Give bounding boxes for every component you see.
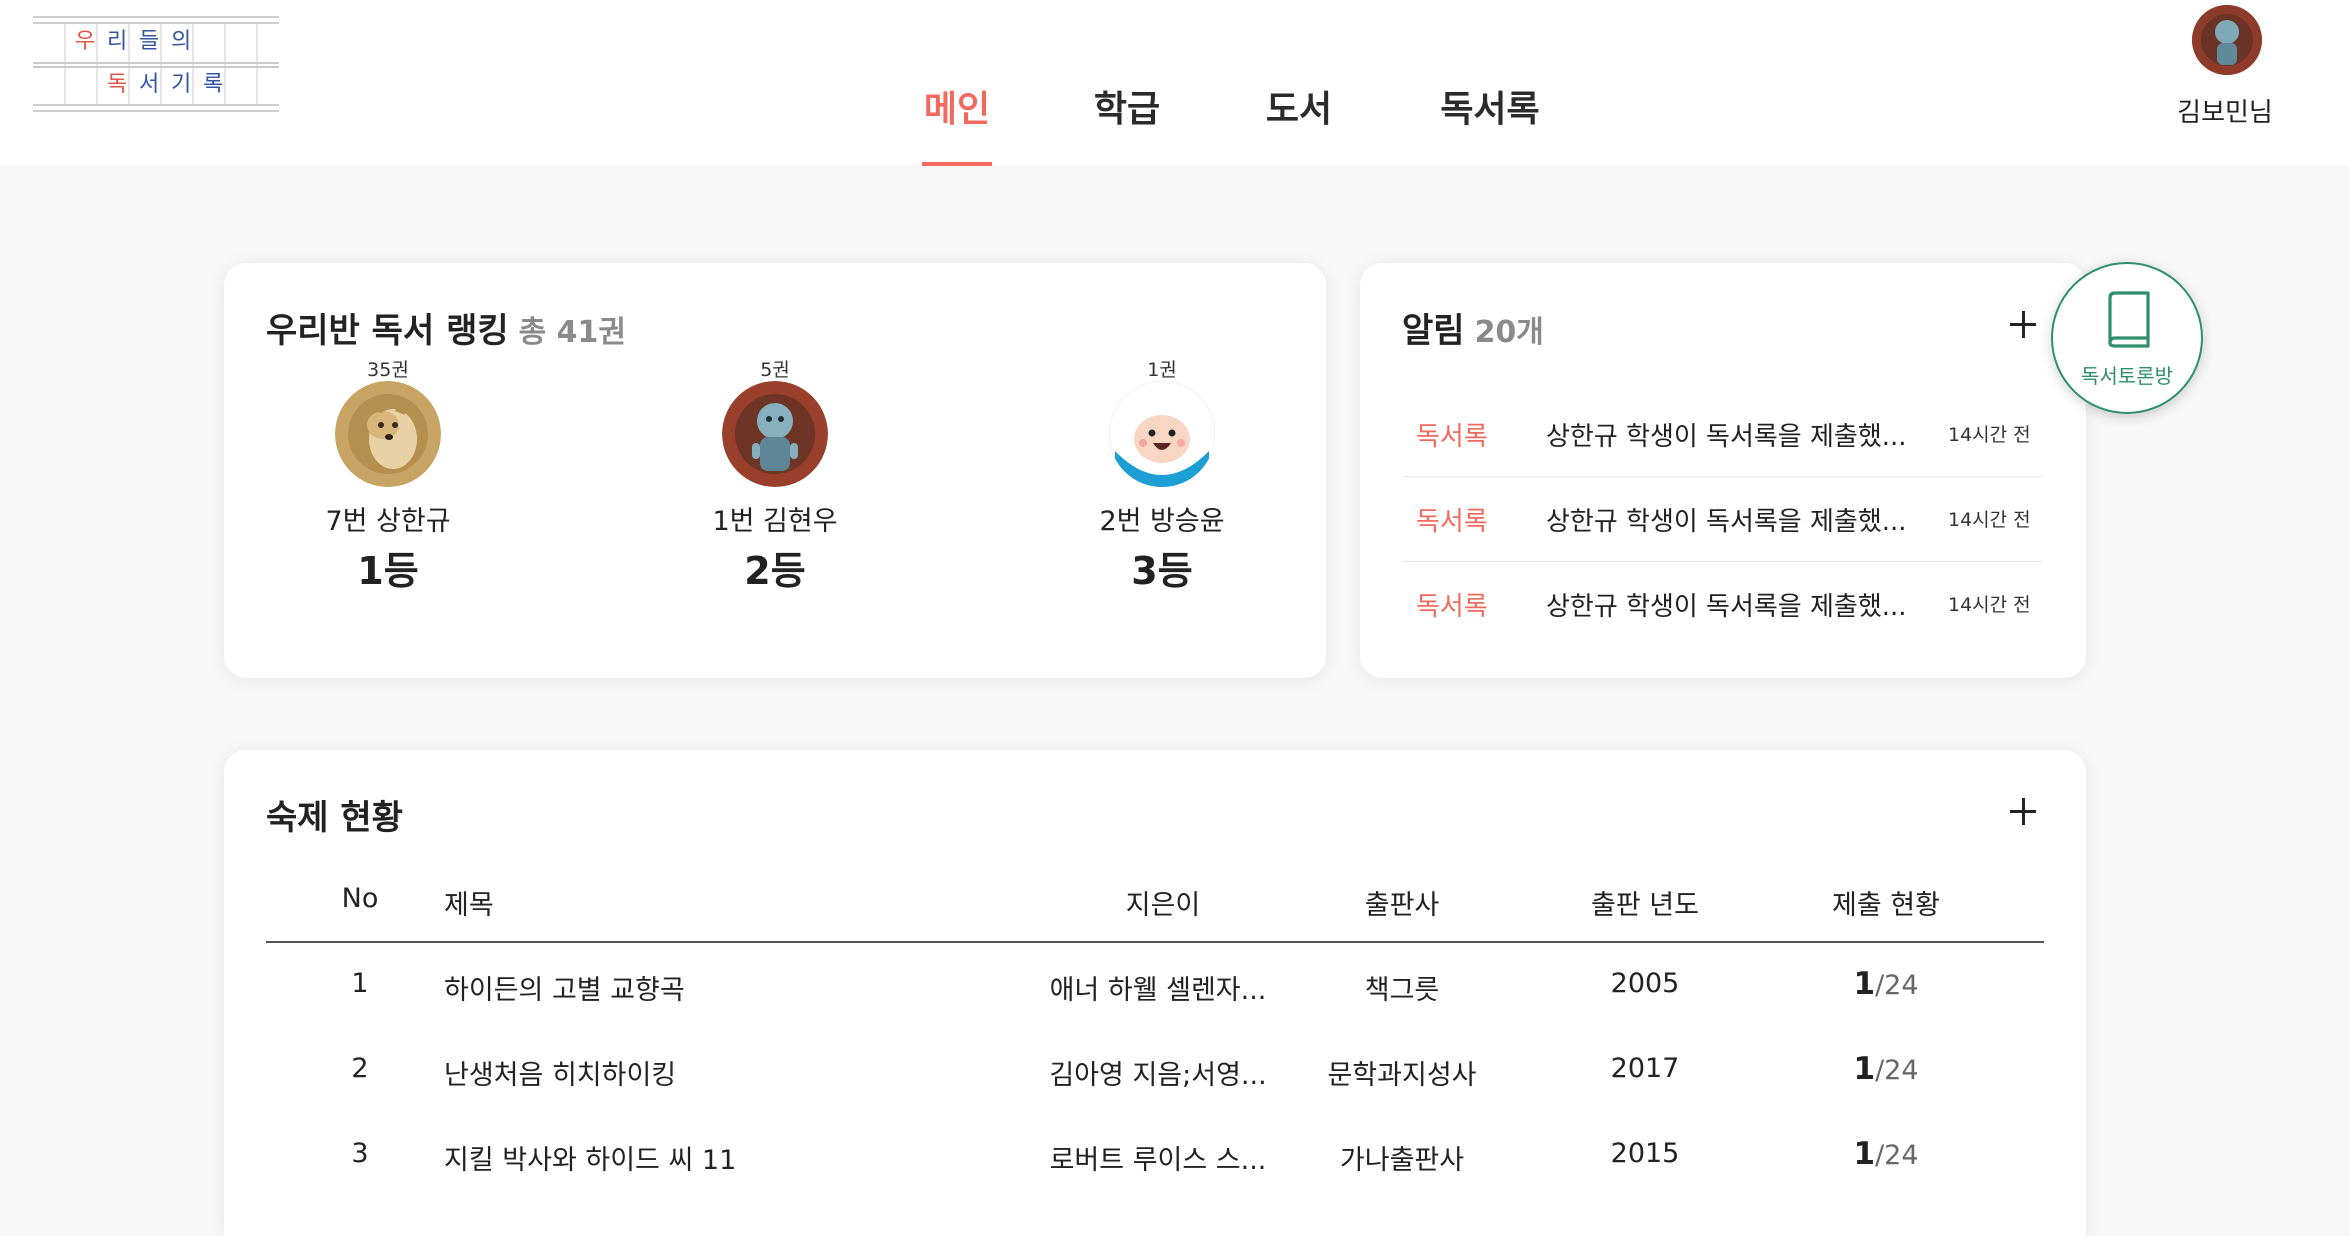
column-header-no: No [341, 883, 379, 914]
finn-avatar [1109, 381, 1215, 487]
tab-label: 독서록 [1440, 89, 1540, 130]
notifications-count: 20개 [1474, 315, 1544, 350]
character-avatar [722, 381, 828, 487]
tab-reading-logs[interactable]: 독서록 [1434, 80, 1546, 166]
notification-time: 14시간 전 [1948, 594, 2031, 616]
rank-name: 7번 상한규 [325, 506, 451, 537]
dog-avatar [335, 381, 441, 487]
column-header-publisher: 출판사 [1364, 890, 1440, 921]
homework-title: 숙제 현황 [266, 798, 403, 838]
notifications-title-text: 알림 [1402, 311, 1465, 351]
tab-books[interactable]: 도서 [1262, 80, 1336, 166]
active-tab-indicator [922, 162, 992, 166]
cell-submission: 1/24 [1786, 1136, 1986, 1172]
add-notification-button[interactable] [2002, 305, 2042, 345]
column-header-title: 제목 [444, 890, 494, 921]
cell-year: 2017 [1610, 1053, 1680, 1084]
rank-entry-3[interactable]: 1권 2번 방승윤 3등 [1072, 355, 1252, 595]
column-header-submission: 제출 현황 [1832, 890, 1940, 921]
cell-submission: 1/24 [1786, 1051, 1986, 1087]
notification-category: 독서록 [1416, 422, 1488, 452]
tab-class[interactable]: 학급 [1090, 80, 1164, 166]
logo[interactable]: 우 리 들 의 독 서 기 록 [33, 15, 279, 113]
logo-char: 기 [171, 72, 192, 97]
notification-message: 상한규 학생이 독서록을 제출했... [1546, 422, 1907, 452]
notification-item[interactable]: 독서록 상한규 학생이 독서록을 제출했... 14시간 전 [1402, 477, 2042, 562]
logo-char: 들 [139, 29, 160, 54]
tab-label: 도서 [1265, 89, 1333, 130]
notification-time: 14시간 전 [1948, 509, 2031, 531]
rank-name: 1번 김현우 [712, 506, 838, 537]
book-icon [2108, 291, 2150, 348]
dog-avatar-icon [335, 381, 441, 487]
column-header-year: 출판 년도 [1591, 890, 1699, 921]
tab-main[interactable]: 메인 [922, 80, 992, 166]
cell-author: 로버트 루이스 스... [1049, 1145, 1267, 1176]
cell-title: 지킬 박사와 하이드 씨 11 [444, 1145, 737, 1176]
discussion-room-button[interactable]: 독서토론방 [2051, 262, 2203, 414]
notification-time: 14시간 전 [1948, 424, 2031, 446]
add-homework-button[interactable] [2002, 792, 2042, 832]
cell-publisher: 가나출판사 [1339, 1145, 1465, 1176]
cell-year: 2005 [1610, 968, 1680, 999]
ranking-card: 우리반 독서 랭킹 총 41권 35권 7번 상한규 1등 5권 1번 김현우 … [224, 263, 1326, 678]
rank-place: 1등 [357, 549, 419, 593]
user-menu[interactable]: 김보민님 [2160, 0, 2290, 140]
user-name: 김보민님 [2177, 98, 2273, 128]
cell-no: 1 [351, 968, 369, 999]
discussion-room-label: 독서토론방 [2081, 364, 2173, 388]
rank-count: 1권 [1147, 359, 1177, 381]
notification-message: 상한규 학생이 독서록을 제출했... [1546, 592, 1907, 622]
finn-avatar-icon [1109, 381, 1215, 487]
tab-label: 메인 [923, 89, 991, 130]
total-count: /24 [1875, 1055, 1919, 1086]
logo-char: 독 [107, 72, 128, 97]
logo-char: 서 [139, 72, 160, 97]
cell-year: 2015 [1610, 1138, 1680, 1169]
submitted-count: 1 [1853, 1136, 1876, 1172]
notifications-title: 알림 20개 [1402, 303, 1544, 352]
avatar [2192, 5, 2262, 75]
rank-count: 5권 [760, 359, 790, 381]
cell-submission: 1/24 [1786, 966, 1986, 1002]
total-count: /24 [1875, 1140, 1919, 1171]
rank-place: 3등 [1131, 549, 1193, 593]
column-header-author: 지은이 [1125, 890, 1201, 921]
submitted-count: 1 [1853, 966, 1876, 1002]
cell-publisher: 책그릇 [1364, 975, 1440, 1006]
rank-entry-1[interactable]: 35권 7번 상한규 1등 [298, 355, 478, 595]
header: 우 리 들 의 독 서 기 록 메인 학급 도서 독서록 김보민님 [0, 0, 2350, 166]
total-count: /24 [1875, 970, 1919, 1001]
cell-title: 난생처음 히치하이킹 [444, 1060, 677, 1091]
cell-author: 김아영 지음;서영... [1049, 1060, 1267, 1091]
notification-message: 상한규 학생이 독서록을 제출했... [1546, 507, 1907, 537]
ranking-title-text: 우리반 독서 랭킹 [266, 311, 509, 351]
cell-no: 3 [351, 1138, 369, 1169]
rank-entry-2[interactable]: 5권 1번 김현우 2등 [685, 355, 865, 595]
cell-title: 하이든의 고별 교향곡 [444, 975, 685, 1006]
rank-count: 35권 [367, 359, 409, 381]
logo-char: 리 [107, 29, 128, 54]
character-avatar-icon [2192, 5, 2262, 75]
cell-publisher: 문학과지성사 [1327, 1060, 1477, 1091]
ranking-total: 총 41권 [518, 315, 627, 350]
ranking-title: 우리반 독서 랭킹 총 41권 [266, 303, 626, 352]
cell-author: 애너 하웰 셀렌자... [1049, 975, 1267, 1006]
notification-item[interactable]: 독서록 상한규 학생이 독서록을 제출했... 14시간 전 [1402, 562, 2042, 647]
rank-place: 2등 [744, 549, 806, 593]
logo-char: 의 [171, 29, 192, 54]
notification-category: 독서록 [1416, 592, 1488, 622]
submitted-count: 1 [1853, 1051, 1876, 1087]
notifications-card: 알림 20개 독서록 상한규 학생이 독서록을 제출했... 14시간 전 독서록… [1360, 263, 2086, 678]
logo-char: 록 [203, 72, 224, 97]
cell-no: 2 [351, 1053, 369, 1084]
tab-label: 학급 [1093, 89, 1161, 130]
rank-name: 2번 방승윤 [1099, 506, 1225, 537]
notification-category: 독서록 [1416, 507, 1488, 537]
notification-item[interactable]: 독서록 상한규 학생이 독서록을 제출했... 14시간 전 [1402, 392, 2042, 477]
logo-char: 우 [75, 29, 96, 54]
character-avatar-icon [722, 381, 828, 487]
